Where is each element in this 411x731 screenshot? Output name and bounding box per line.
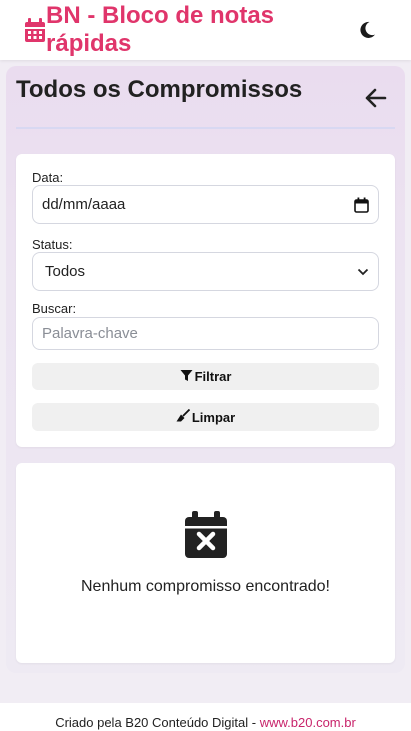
empty-state-message: Nenhum compromisso encontrado! (80, 578, 330, 595)
app-footer: Criado pela B20 Conteúdo Digital - www.b… (0, 703, 411, 731)
filter-card: Data: dd/mm/aaaa Status: Todos Buscar: P… (16, 154, 395, 447)
clear-button[interactable]: Limpar (32, 403, 379, 431)
date-label: Data: (32, 170, 64, 185)
app-header: BN - Bloco de notas rápidas (0, 0, 411, 60)
chevron-down-icon (357, 268, 369, 276)
broom-icon (176, 408, 192, 425)
calendar-x-icon (184, 511, 228, 559)
moon-icon[interactable] (357, 20, 377, 40)
status-select[interactable]: Todos (32, 252, 379, 291)
date-value: dd/mm/aaaa (42, 196, 126, 213)
filter-icon (180, 369, 195, 385)
search-placeholder: Palavra-chave (42, 325, 138, 342)
filter-button[interactable]: Filtrar (32, 363, 379, 390)
search-input[interactable]: Palavra-chave (32, 317, 379, 350)
date-input[interactable]: dd/mm/aaaa (32, 185, 379, 224)
page-title: Todos os Compromissos (16, 76, 303, 103)
clear-button-label: Limpar (191, 409, 236, 425)
filter-button-label: Filtrar (194, 369, 232, 384)
footer-credit: Criado pela B20 Conteúdo Digital - (55, 715, 260, 730)
footer-link[interactable]: www.b20.com.br (260, 715, 356, 730)
arrow-left-icon[interactable] (365, 88, 387, 108)
page-header: Todos os Compromissos (16, 66, 395, 129)
brand[interactable]: BN - Bloco de notas rápidas (24, 2, 357, 58)
search-label: Buscar: (32, 301, 77, 316)
calendar-picker-icon[interactable] (354, 197, 369, 213)
app-title[interactable]: BN - Bloco de notas rápidas (46, 2, 286, 58)
status-selected-value: Todos (45, 263, 86, 280)
empty-state-card: Nenhum compromisso encontrado! (16, 463, 395, 663)
main-content: Todos os Compromissos Data: dd/mm/aaaa S… (6, 66, 405, 673)
status-label: Status: (32, 237, 73, 252)
calendar-icon (24, 17, 46, 43)
